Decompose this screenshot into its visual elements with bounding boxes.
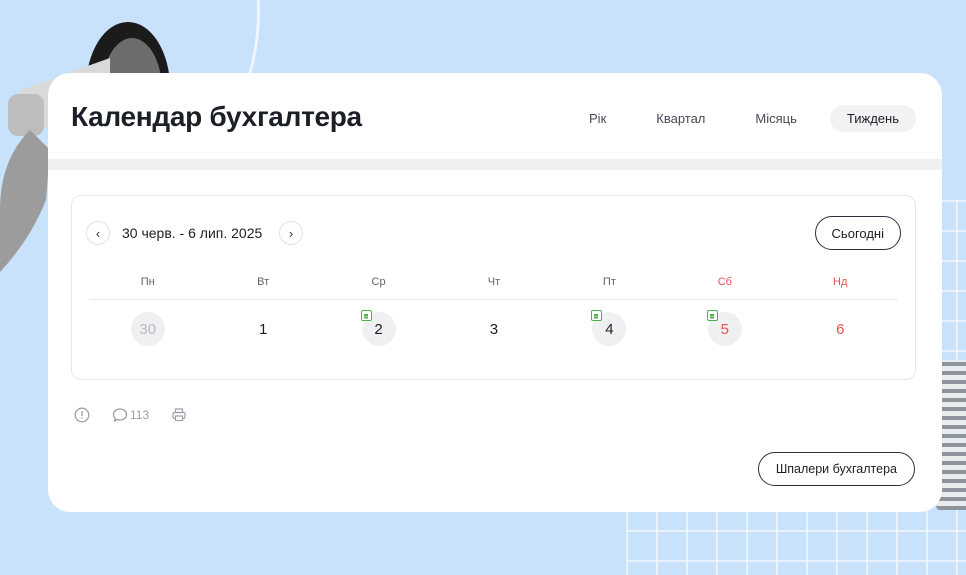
day-cell[interactable]: 4: [591, 310, 627, 346]
next-week-button[interactable]: ›: [279, 221, 303, 245]
wallpapers-button[interactable]: Шпалери бухгалтера: [757, 452, 915, 486]
weekday-sat: Сб: [717, 276, 732, 288]
week-days: 30 1 2 3 4 5 6: [90, 310, 898, 352]
chevron-right-icon: ›: [288, 225, 294, 241]
event-note-icon: [591, 310, 603, 321]
day-cell[interactable]: 6: [823, 312, 857, 346]
comments-link[interactable]: 113: [112, 407, 149, 423]
divider: [48, 159, 942, 170]
day-number: 2: [374, 320, 383, 338]
weekday-tue: Вт: [257, 276, 270, 288]
day-cell[interactable]: 3: [477, 312, 511, 346]
chevron-left-icon: ‹: [95, 225, 101, 241]
tab-quarter[interactable]: Квартал: [639, 105, 722, 132]
date-range: 30 черв. - 6 лип. 2025: [122, 225, 263, 241]
calendar-card: ‹ 30 черв. - 6 лип. 2025 › Сьогодні Пн В…: [48, 170, 942, 512]
prev-week-button[interactable]: ‹: [86, 221, 110, 245]
weekday-wed: Ср: [371, 276, 386, 288]
tab-year[interactable]: Рік: [572, 105, 623, 132]
weekday-fri: Пт: [602, 276, 616, 288]
meta-row: 113: [74, 407, 209, 423]
day-cell[interactable]: 5: [706, 310, 742, 346]
weekday-thu: Чт: [487, 276, 501, 288]
tab-month[interactable]: Місяць: [738, 105, 813, 132]
event-note-icon: [706, 310, 718, 321]
weekday-sun: Нд: [833, 276, 848, 288]
weekday-mon: Пн: [140, 276, 155, 288]
day-number: 5: [720, 320, 729, 338]
header-card: Календар бухгалтера Рік Квартал Місяць Т…: [48, 73, 942, 159]
day-number: 4: [605, 320, 614, 338]
printer-icon[interactable]: [171, 407, 187, 423]
comment-icon: [112, 408, 128, 423]
today-button[interactable]: Сьогодні: [814, 216, 901, 250]
comments-count: 113: [130, 408, 150, 422]
weekday-header: Пн Вт Ср Чт Пт Сб Нд: [90, 276, 898, 300]
page-title: Календар бухгалтера: [71, 101, 362, 132]
tab-week[interactable]: Тиждень: [829, 105, 916, 132]
event-note-icon: [360, 310, 372, 321]
week-calendar: ‹ 30 черв. - 6 лип. 2025 › Сьогодні Пн В…: [71, 195, 916, 380]
day-cell[interactable]: 2: [360, 310, 396, 346]
day-cell[interactable]: 30: [130, 312, 165, 346]
alert-circle-icon[interactable]: [74, 407, 90, 423]
day-cell[interactable]: 1: [246, 312, 280, 346]
view-tabs: Рік Квартал Місяць Тиждень: [556, 105, 916, 132]
